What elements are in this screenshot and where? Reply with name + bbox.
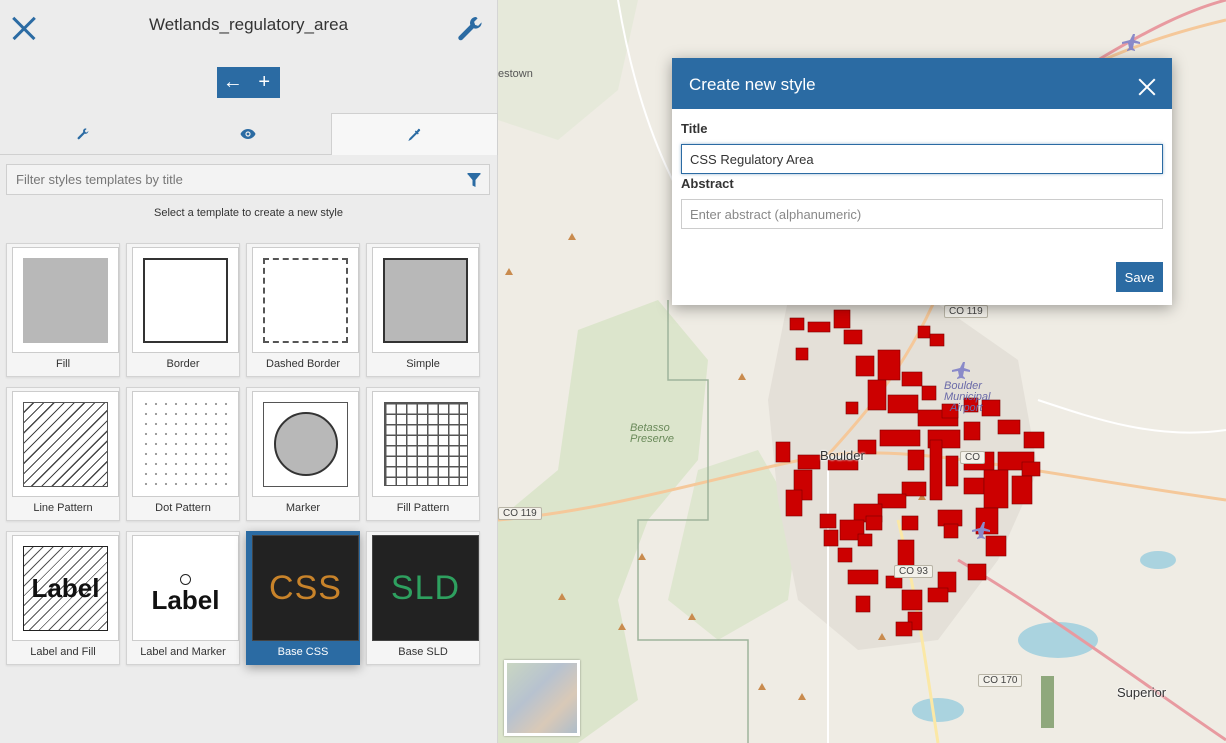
map-label-superior: Superior — [1117, 685, 1167, 700]
back-button[interactable]: ← — [217, 67, 249, 98]
style-editor-sidebar: Wetlands_regulatory_area ← + Filter styl… — [0, 0, 498, 743]
template-label: Dashed Border — [266, 358, 340, 370]
map-label-airport-3: Airport — [950, 402, 983, 414]
title-label: Title — [681, 121, 708, 136]
template-thumb-label-and-fill: Label — [12, 535, 119, 641]
style-toolbar: ← + — [217, 67, 280, 98]
road-shield-co119-b: CO 119 — [498, 507, 542, 520]
template-thumb-fill-pattern — [372, 391, 479, 497]
css-sample-text: CSS — [269, 568, 342, 607]
template-label: Fill — [55, 358, 71, 370]
template-card-border[interactable]: Border — [126, 243, 240, 377]
abstract-field — [681, 199, 1163, 229]
plus-icon: + — [258, 71, 271, 93]
tab-preview[interactable] — [165, 113, 330, 154]
add-style-button[interactable]: + — [249, 67, 281, 98]
label-sample-text: Label — [31, 572, 100, 603]
dialog-title: Create new style — [689, 75, 816, 94]
template-card-label-and-fill[interactable]: Label Label and Fill — [6, 531, 120, 665]
funnel-icon[interactable] — [467, 173, 481, 189]
template-card-marker[interactable]: Marker — [246, 387, 360, 521]
template-thumb-base-css: CSS — [252, 535, 359, 641]
template-hint: Select a template to create a new style — [154, 207, 343, 219]
style-tabs — [0, 113, 498, 155]
template-label: Base CSS — [277, 646, 329, 658]
eye-icon — [240, 128, 256, 139]
template-label: Simple — [406, 358, 440, 370]
layer-title: Wetlands_regulatory_area — [148, 15, 349, 34]
sidebar-header: Wetlands_regulatory_area — [0, 0, 497, 58]
overview-minimap[interactable] — [504, 660, 580, 736]
template-thumb-base-sld: SLD — [372, 535, 479, 641]
template-card-base-sld[interactable]: SLD Base SLD — [366, 531, 480, 665]
template-thumb-marker — [252, 391, 359, 497]
map-label-preserve: Preserve — [630, 433, 675, 445]
abstract-input[interactable] — [682, 200, 1162, 228]
template-card-base-css[interactable]: CSS Base CSS — [246, 531, 360, 665]
template-card-simple[interactable]: Simple — [366, 243, 480, 377]
wrench-icon — [77, 127, 89, 139]
sld-sample-text: SLD — [390, 568, 461, 607]
template-filter-input[interactable] — [7, 165, 489, 194]
road-shield-co170: CO 170 — [978, 674, 1023, 687]
title-field — [681, 144, 1163, 174]
template-filter — [6, 164, 490, 195]
dropper-icon — [408, 128, 421, 141]
template-thumb-border — [132, 247, 239, 353]
template-thumb-label-and-marker: Label — [132, 535, 239, 641]
tab-settings[interactable] — [0, 113, 165, 154]
template-grid: Fill Border Dashed Border Simple Line Pa… — [6, 243, 486, 665]
template-label: Label and Marker — [140, 646, 226, 658]
road-shield-co93: CO 93 — [894, 565, 933, 578]
label-sample-text: Label — [151, 585, 220, 615]
abstract-label: Abstract — [681, 176, 734, 191]
arrow-left-icon: ← — [222, 71, 243, 93]
template-label: Fill Pattern — [396, 502, 450, 514]
create-style-dialog: Create new style Title Abstract Save — [672, 58, 1172, 305]
map-label-estown: estown — [498, 68, 533, 80]
title-input[interactable] — [682, 145, 1162, 173]
settings-button[interactable] — [455, 14, 485, 44]
map-label-boulder: Boulder — [820, 448, 865, 463]
template-label: Label and Fill — [30, 646, 96, 658]
template-label: Base SLD — [398, 646, 448, 658]
template-thumb-simple — [372, 247, 479, 353]
wrench-icon — [458, 16, 482, 41]
save-button[interactable]: Save — [1116, 262, 1163, 292]
template-card-dashed-border[interactable]: Dashed Border — [246, 243, 360, 377]
template-card-fill[interactable]: Fill — [6, 243, 120, 377]
template-label: Line Pattern — [33, 502, 93, 514]
template-thumb-line-pattern — [12, 391, 119, 497]
road-shield-co119-a: CO 119 — [944, 305, 988, 318]
template-card-dot-pattern[interactable]: Dot Pattern — [126, 387, 240, 521]
template-thumb-fill — [12, 247, 119, 353]
template-card-line-pattern[interactable]: Line Pattern — [6, 387, 120, 521]
template-label: Marker — [285, 502, 321, 514]
dialog-close-button[interactable] — [1138, 78, 1156, 96]
template-card-fill-pattern[interactable]: Fill Pattern — [366, 387, 480, 521]
road-shield-co: CO — [960, 451, 985, 464]
template-thumb-dot-pattern — [132, 391, 239, 497]
template-card-label-and-marker[interactable]: Label Label and Marker — [126, 531, 240, 665]
dialog-header: Create new style — [672, 58, 1172, 109]
tab-style[interactable] — [330, 113, 498, 155]
template-thumb-dashed-border — [252, 247, 359, 353]
template-label: Dot Pattern — [155, 502, 211, 514]
template-label: Border — [166, 358, 200, 370]
